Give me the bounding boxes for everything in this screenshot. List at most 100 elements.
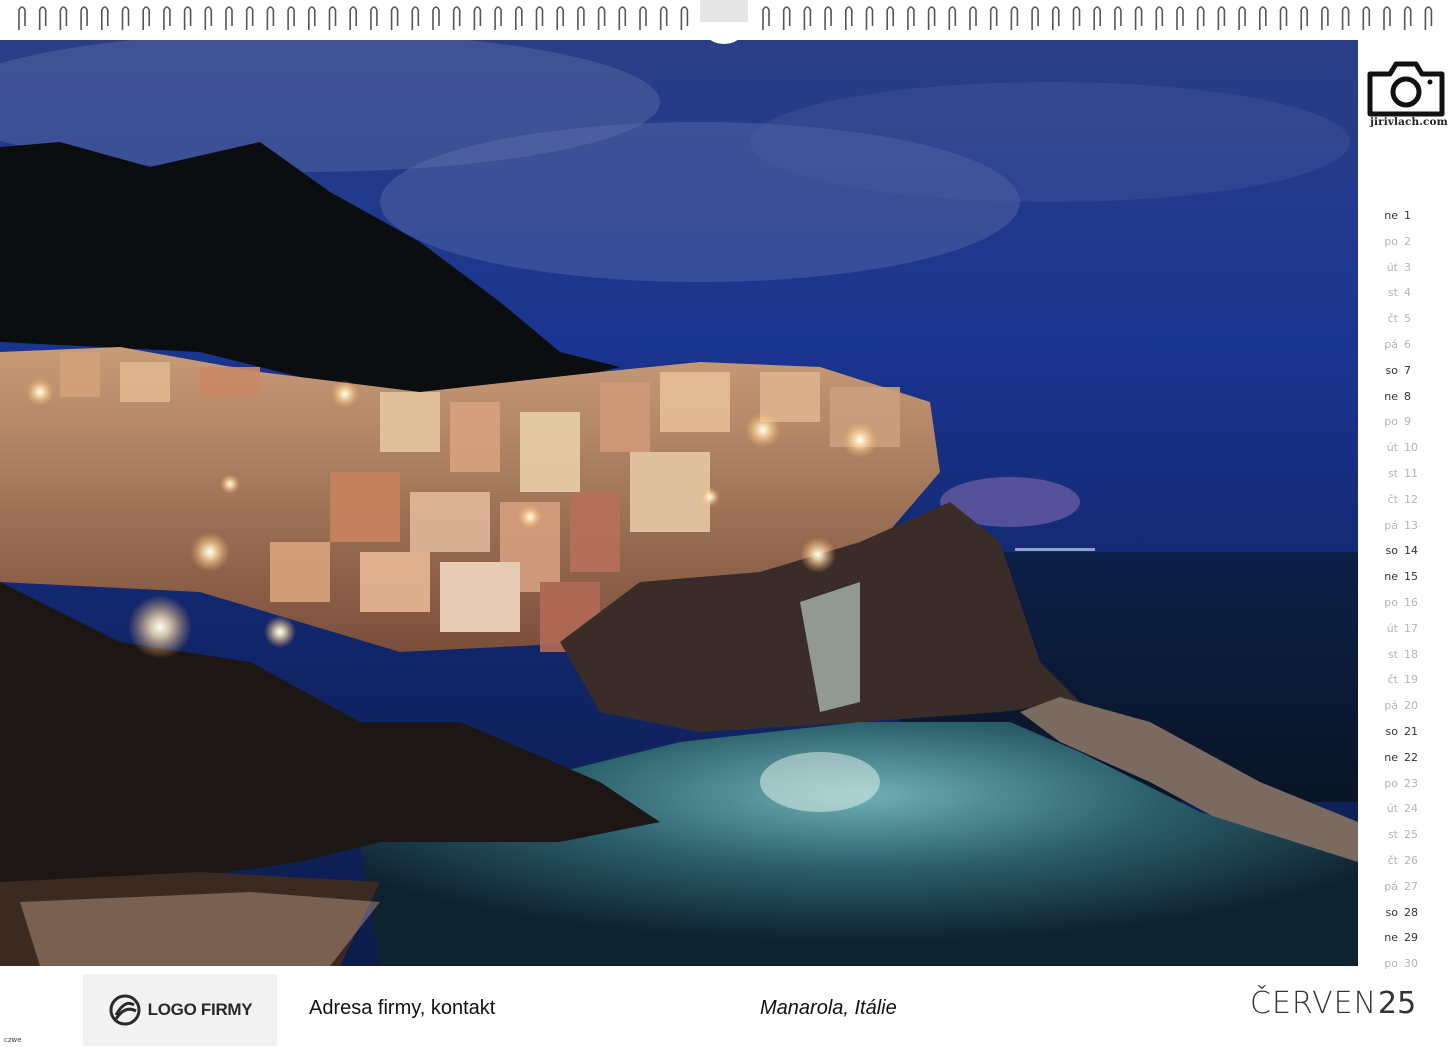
day-number: 23 [1404, 776, 1418, 790]
weekday-label: čt [1387, 853, 1398, 867]
logo-text: LOGO FIRMY [147, 1000, 253, 1019]
weekday-label: po [1384, 957, 1398, 971]
day-number: 16 [1404, 595, 1418, 609]
day-number: 20 [1404, 699, 1418, 713]
day-row: ne 1 [1368, 206, 1448, 232]
weekday-label: ne [1384, 209, 1398, 222]
calendar-photo [0, 22, 1358, 966]
day-row: čt 12 [1368, 490, 1448, 516]
day-row: st 11 [1368, 464, 1448, 490]
day-row: po 9 [1368, 412, 1448, 438]
day-row: čt 26 [1368, 851, 1448, 877]
day-number: 29 [1404, 931, 1418, 945]
days-list: ne 1 po 2 út 3 st 4 čt 5 pá 6 so 7 ne 8 po 9 út 10 st 11 čt 12 p… [1368, 206, 1448, 980]
weekday-label: po [1384, 234, 1398, 248]
weekday-label: st [1387, 828, 1398, 842]
weekday-label: út [1386, 802, 1398, 816]
day-number: 13 [1404, 518, 1418, 532]
weekday-label: út [1386, 441, 1398, 455]
day-row: čt 19 [1368, 670, 1448, 696]
day-row: so 28 [1368, 903, 1448, 929]
photo-caption: Manarola, Itálie [760, 997, 897, 1019]
day-row: út 24 [1368, 799, 1448, 825]
weekday-label: pá [1384, 337, 1398, 351]
day-row: po 30 [1368, 954, 1448, 980]
weekday-label: po [1384, 415, 1398, 429]
day-number: 22 [1404, 750, 1418, 764]
day-number: 27 [1404, 879, 1418, 893]
tiny-mark: czwe [4, 1036, 22, 1044]
weekday-label: po [1384, 776, 1398, 790]
spiral-binding [0, 0, 1450, 44]
day-number: 28 [1404, 905, 1418, 919]
weekday-label: so [1385, 724, 1398, 738]
brand-url: jirivlach.com [1370, 116, 1448, 128]
day-number: 26 [1404, 853, 1418, 867]
day-row: pá 20 [1368, 696, 1448, 722]
weekday-label: so [1385, 363, 1398, 377]
weekday-label: ne [1384, 750, 1398, 764]
day-row: st 4 [1368, 283, 1448, 309]
camera-icon [1367, 61, 1445, 117]
day-row: pá 6 [1368, 335, 1448, 361]
day-number: 2 [1404, 234, 1411, 248]
day-number: 11 [1404, 466, 1418, 480]
day-row: út 10 [1368, 438, 1448, 464]
day-row: ne 29 [1368, 928, 1448, 954]
day-number: 7 [1404, 363, 1411, 377]
weekday-label: po [1384, 595, 1398, 609]
day-row: pá 27 [1368, 877, 1448, 903]
weekday-label: út [1386, 260, 1398, 274]
weekday-label: ne [1384, 389, 1398, 403]
year: 25 [1378, 986, 1417, 1021]
day-number: 10 [1404, 441, 1418, 455]
day-number: 21 [1404, 724, 1418, 738]
day-number: 6 [1404, 337, 1411, 351]
company-logo: LOGO FIRMY [83, 974, 277, 1046]
day-number: 25 [1404, 828, 1418, 842]
spiral-rings [0, 0, 1450, 44]
day-row: po 16 [1368, 593, 1448, 619]
day-row: út 17 [1368, 619, 1448, 645]
day-number: 9 [1404, 415, 1411, 429]
hanger-notch [700, 22, 748, 44]
day-number: 15 [1404, 570, 1418, 584]
day-row: čt 5 [1368, 309, 1448, 335]
day-row: st 18 [1368, 645, 1448, 671]
weekday-label: čt [1387, 673, 1398, 687]
day-number: 30 [1404, 957, 1418, 971]
weekday-label: st [1387, 647, 1398, 661]
weekday-label: čt [1387, 492, 1398, 506]
day-row: so 14 [1368, 541, 1448, 567]
day-number: 18 [1404, 647, 1418, 661]
day-row: ne 15 [1368, 567, 1448, 593]
day-row: ne 22 [1368, 748, 1448, 774]
day-number: 17 [1404, 621, 1418, 635]
day-number: 14 [1404, 544, 1418, 558]
day-number: 12 [1404, 492, 1418, 506]
manarola-night-photo [0, 22, 1358, 966]
weekday-label: pá [1384, 879, 1398, 893]
day-number: 3 [1404, 260, 1411, 274]
weekday-label: so [1385, 544, 1398, 558]
day-row: po 23 [1368, 774, 1448, 800]
day-number: 24 [1404, 802, 1418, 816]
day-row: út 3 [1368, 258, 1448, 284]
month-name: ČERVEN [1250, 986, 1378, 1021]
day-number: 1 [1404, 209, 1411, 222]
weekday-label: st [1387, 286, 1398, 300]
weekday-label: pá [1384, 518, 1398, 532]
weekday-label: ne [1384, 931, 1398, 945]
day-row: ne 8 [1368, 387, 1448, 413]
day-number: 8 [1404, 389, 1411, 403]
weekday-label: pá [1384, 699, 1398, 713]
day-row: st 25 [1368, 825, 1448, 851]
company-address: Adresa firmy, kontakt [309, 997, 496, 1019]
logo-mark-icon [109, 994, 141, 1026]
weekday-label: st [1387, 466, 1398, 480]
day-number: 4 [1404, 286, 1411, 300]
day-row: po 2 [1368, 232, 1448, 258]
weekday-label: ne [1384, 570, 1398, 584]
weekday-label: út [1386, 621, 1398, 635]
weekday-label: čt [1387, 312, 1398, 326]
